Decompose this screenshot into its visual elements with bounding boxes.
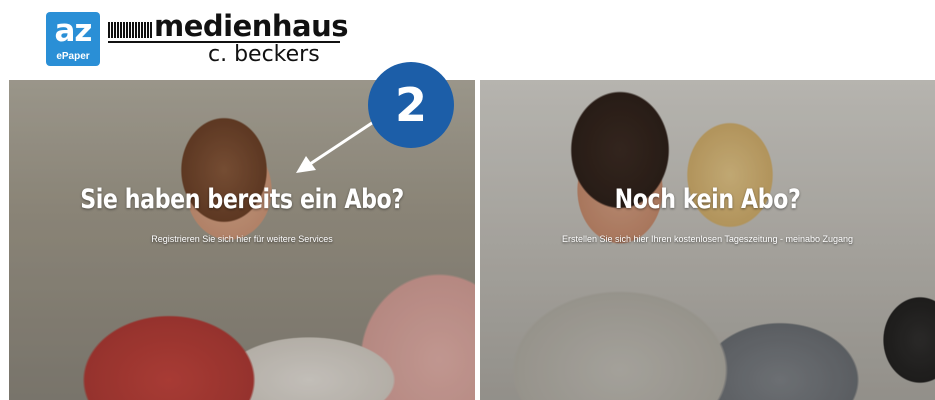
medienhaus-logo[interactable]: medienhaus c. beckers <box>108 9 358 68</box>
medienhaus-logo-name: medienhaus <box>154 9 349 43</box>
az-epaper-logo[interactable]: az ePaper <box>46 12 100 66</box>
az-logo-text: az <box>54 13 93 49</box>
existing-subscription-subtitle: Registrieren Sie sich hier für weitere S… <box>151 234 333 244</box>
no-subscription-panel[interactable]: Noch kein Abo? Erstellen Sie sich hier I… <box>480 80 935 400</box>
medienhaus-stripes-icon <box>108 22 152 38</box>
az-logo-subtext: ePaper <box>56 51 90 62</box>
page: az ePaper medienhaus c. beckers Sie habe… <box>0 0 935 400</box>
header: az ePaper medienhaus c. beckers <box>0 0 935 80</box>
step-number-badge: 2 <box>368 62 454 148</box>
medienhaus-logo-subtext: c. beckers <box>208 42 320 67</box>
no-subscription-subtitle: Erstellen Sie sich hier Ihren kostenlose… <box>561 234 853 244</box>
existing-subscription-title: Sie haben bereits ein Abo? <box>80 184 404 215</box>
no-subscription-title: Noch kein Abo? <box>614 184 801 215</box>
